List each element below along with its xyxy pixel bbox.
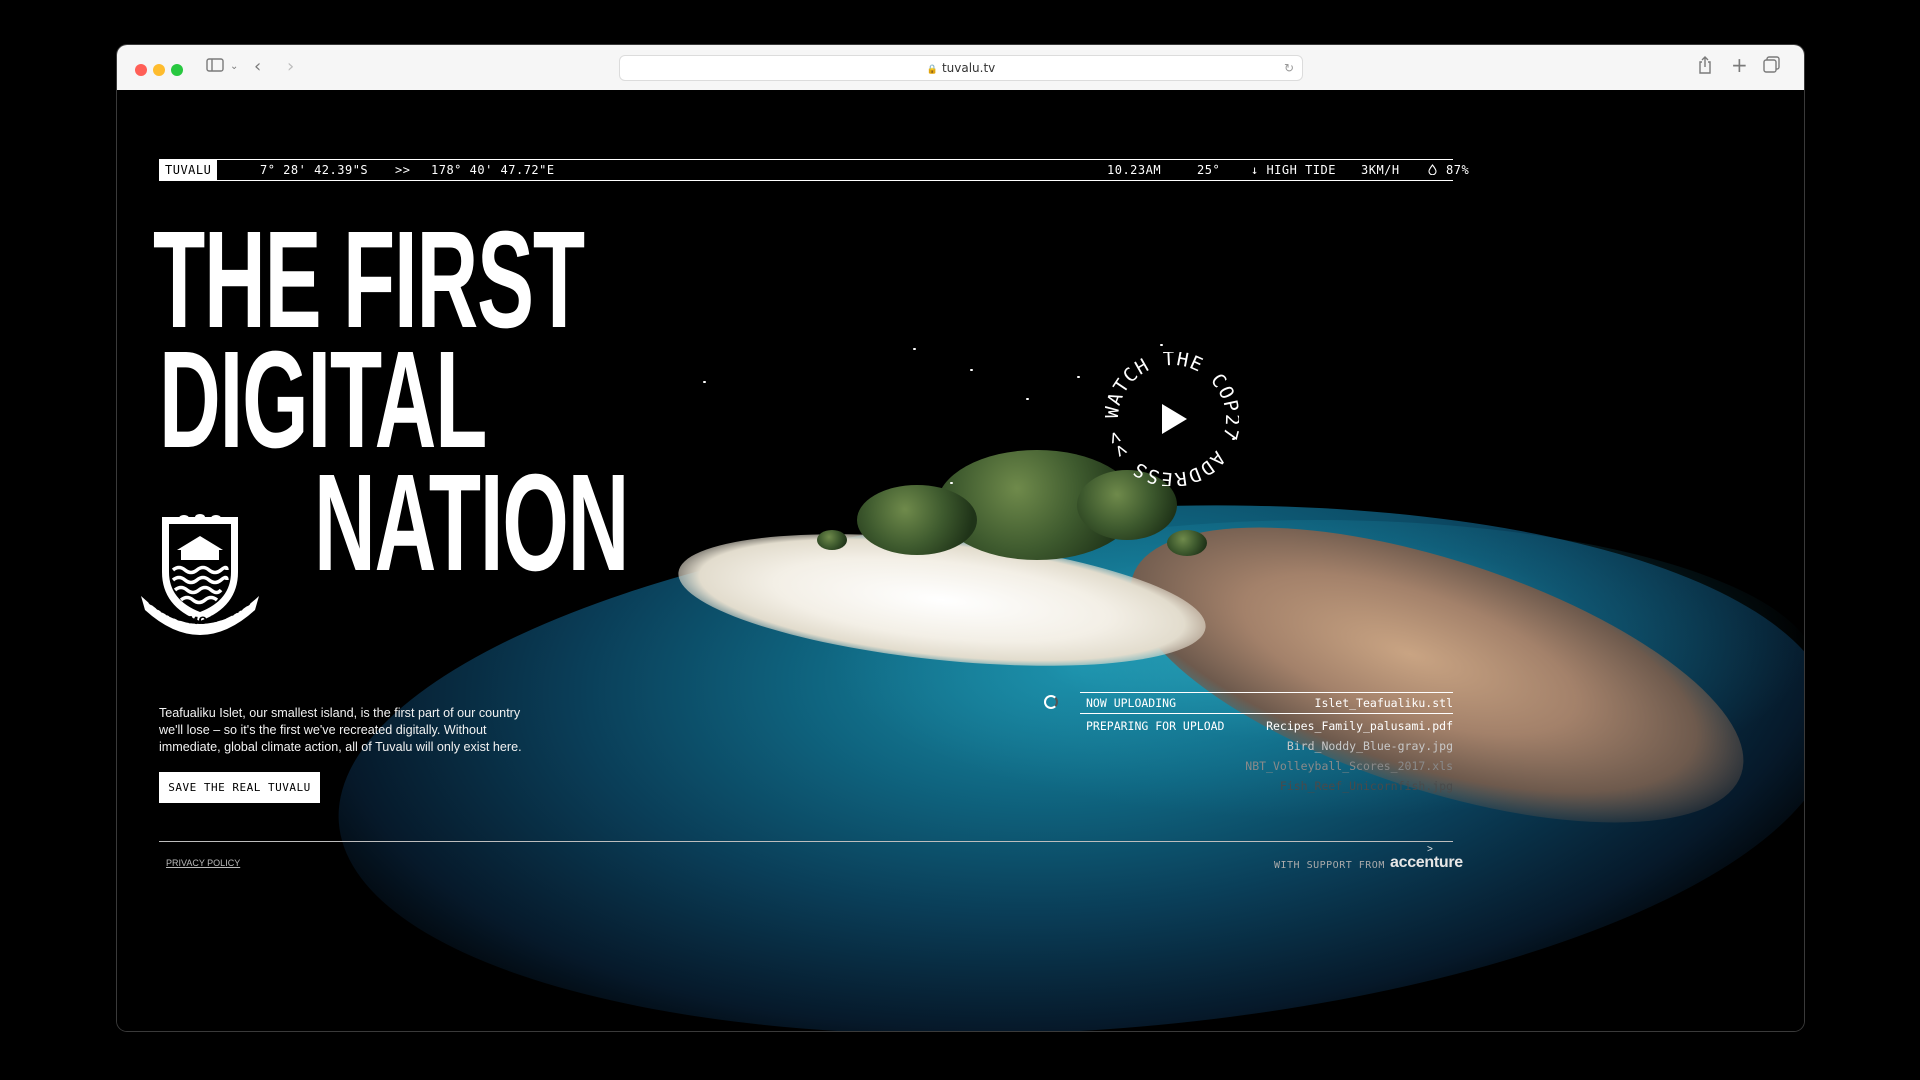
new-tab-icon[interactable]: +	[1731, 55, 1748, 75]
preparing-row: PREPARING FOR UPLOAD Recipes_Family_palu…	[1080, 716, 1453, 736]
now-uploading-label: NOW UPLOADING	[1086, 696, 1177, 710]
upload-status-panel: NOW UPLOADING Islet_Teafualiku.stl PREPA…	[1044, 692, 1453, 796]
footer-divider	[159, 841, 1453, 842]
preparing-label: PREPARING FOR UPLOAD	[1086, 719, 1225, 733]
forward-arrow-icon[interactable]: ›	[287, 57, 294, 77]
url-text: tuvalu.tv	[941, 61, 996, 75]
tuvalu-coat-of-arms-icon: TUVALU·MO·TE·ATUA	[137, 510, 259, 635]
support-label: WITH SUPPORT FROM	[1274, 860, 1385, 871]
queue-file: Recipes_Family_palusami.pdf	[1266, 719, 1453, 733]
chevron-down-icon[interactable]: ⌄	[230, 57, 238, 77]
intro-description: Teafualiku Islet, our smallest island, i…	[159, 705, 522, 754]
sidebar-toggle-icon[interactable]	[206, 57, 224, 77]
location-info-bar: TUVALU 7° 28' 42.39"S >> 178° 40' 47.72"…	[159, 159, 1469, 181]
queue-file: NBT_Volleyball_Scores_2017.xls	[1245, 759, 1453, 773]
back-arrow-icon[interactable]: ‹	[254, 57, 261, 77]
now-uploading-row: NOW UPLOADING Islet_Teafualiku.stl	[1080, 692, 1453, 714]
page-viewport: TUVALU 7° 28' 42.39"S >> 178° 40' 47.72"…	[117, 90, 1804, 1031]
droplet-icon	[1428, 160, 1437, 180]
humidity: 87%	[1446, 163, 1470, 177]
queue-row: Bird_Noddy_Blue-gray.jpg	[1080, 736, 1453, 756]
country-tag: TUVALU	[159, 160, 218, 180]
temperature: 25°	[1197, 163, 1221, 177]
browser-toolbar: ⌄ ‹ › 🔒 tuvalu.tv ↻ +	[117, 45, 1804, 91]
privacy-policy-link[interactable]: PRIVACY POLICY	[166, 858, 240, 868]
minimize-window-button[interactable]	[153, 64, 165, 76]
tide-status: ↓ HIGH TIDE	[1251, 163, 1336, 177]
queue-file: Fish_Reef_Unicornfish.jpg	[1279, 779, 1453, 793]
palm-tree	[817, 530, 847, 550]
palm-tree	[1167, 530, 1207, 556]
wind-speed: 3KM/H	[1361, 163, 1400, 177]
headline-line-2: DIGITAL	[159, 323, 487, 477]
headline-line-1: THE FIRST	[153, 203, 585, 357]
accenture-logo[interactable]: accenture	[1390, 854, 1463, 872]
save-the-real-tuvalu-button[interactable]: SAVE THE REAL TUVALU	[159, 772, 320, 803]
share-icon[interactable]	[1698, 56, 1712, 79]
watch-cop27-address-button[interactable]: WATCH THE COP27 ADDRESS >>	[1105, 352, 1239, 486]
coordinate-separator: >>	[395, 163, 411, 177]
zoom-window-button[interactable]	[171, 64, 183, 76]
queue-row: NBT_Volleyball_Scores_2017.xls	[1080, 756, 1453, 776]
now-uploading-file: Islet_Teafualiku.stl	[1314, 696, 1453, 710]
close-window-button[interactable]	[135, 64, 147, 76]
bird	[703, 381, 706, 383]
lock-icon: 🔒	[926, 65, 938, 75]
browser-window: ⌄ ‹ › 🔒 tuvalu.tv ↻ + TUVALU 7° 28' 42.3…	[117, 45, 1804, 1031]
local-time: 10.23AM	[1107, 163, 1162, 177]
bird	[970, 369, 973, 371]
loading-spinner-icon	[1044, 695, 1058, 709]
headline-line-3: NATION	[314, 446, 629, 600]
bird	[1077, 376, 1080, 378]
bird	[950, 482, 953, 484]
address-bar[interactable]: 🔒 tuvalu.tv ↻	[619, 55, 1303, 81]
palm-cluster	[857, 485, 977, 555]
queue-file: Bird_Noddy_Blue-gray.jpg	[1286, 739, 1453, 753]
reload-icon[interactable]: ↻	[1284, 56, 1294, 80]
bird	[1026, 398, 1029, 400]
tab-overview-icon[interactable]	[1763, 56, 1780, 78]
longitude: 178° 40' 47.72"E	[431, 163, 555, 177]
queue-row: Fish_Reef_Unicornfish.jpg	[1080, 776, 1453, 796]
latitude: 7° 28' 42.39"S	[260, 163, 369, 177]
bird	[913, 348, 916, 350]
bird	[1160, 344, 1163, 346]
play-icon[interactable]	[1162, 404, 1187, 434]
